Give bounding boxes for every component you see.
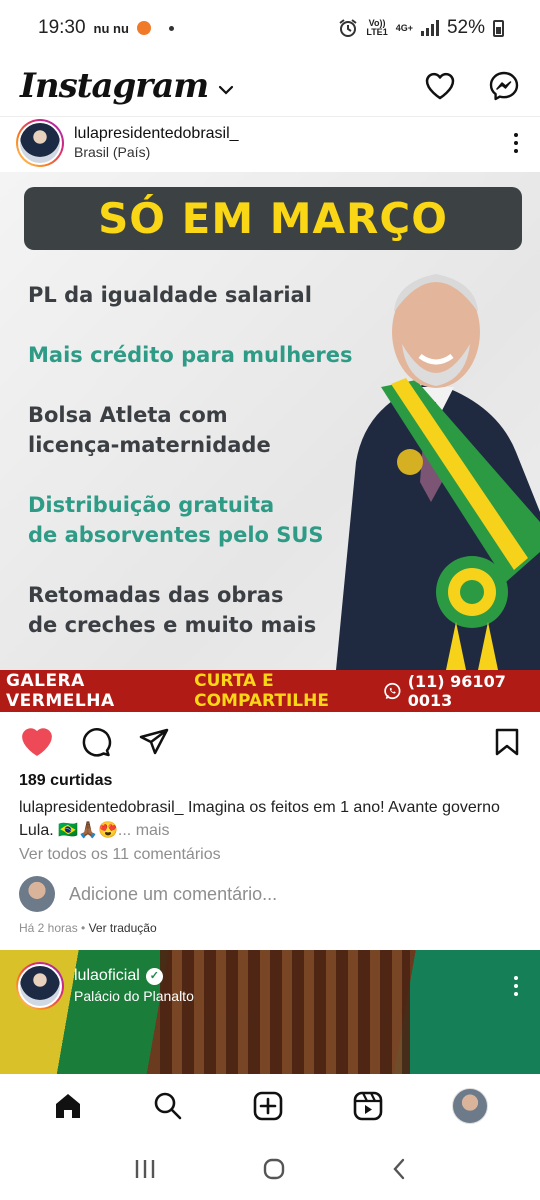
timestamp-separator: • [77,921,89,935]
network-label: Vo)) LTE1 [366,19,387,37]
image-line: de absorventes pelo SUS [28,523,324,547]
battery-percent: 52% [446,17,485,38]
profile-avatar[interactable] [452,1088,488,1124]
reels-icon[interactable] [352,1090,384,1122]
like-heart-icon[interactable] [20,726,54,758]
whatsapp-icon [384,682,401,700]
more-options-icon[interactable] [508,970,524,1002]
image-footer-bar: GALERA VERMELHA CURTA E COMPARTILHE (11)… [0,670,540,712]
home-icon[interactable] [52,1090,84,1122]
image-line: Bolsa Atleta com [28,403,228,427]
likes-count[interactable]: 189 curtidas [19,772,112,790]
post-image[interactable]: SÓ EM MARÇO PL da igualdade salarial Mai… [0,172,540,712]
instagram-logo[interactable]: Instagram [20,66,209,106]
more-options-icon[interactable] [508,127,524,159]
next-post[interactable]: lulaoficial ✓ Palácio do Planalto [0,950,540,1074]
image-line: licença-maternidade [28,433,271,457]
lte-label: LTE1 [366,27,388,37]
heart-icon[interactable] [424,71,456,101]
notification-more-dot [168,25,174,31]
image-line-group: Distribuição gratuita de absorventes pelo… [28,490,324,550]
alarm-icon [339,19,357,37]
caption-username[interactable]: lulapresidentedobrasil_ [19,799,184,816]
post-author-avatar[interactable] [16,962,64,1010]
messenger-icon[interactable] [488,70,520,102]
post-timestamp: Há 2 horas • Ver tradução [19,921,157,935]
image-line: Retomadas das obras [28,583,284,607]
current-user-avatar [19,876,55,912]
image-line: Mais crédito para mulheres [28,343,353,367]
post-username[interactable]: lulaoficial [74,966,140,986]
footer-middle-text: CURTA E COMPARTILHE [194,671,329,711]
post-header: lulapresidentedobrasil_ Brasil (País) [0,116,540,168]
banner-text: SÓ EM MARÇO [98,194,448,243]
post-actions [0,722,540,762]
search-icon[interactable] [152,1090,184,1122]
footer-left-text: GALERA VERMELHA [6,671,115,711]
notification-app-icon [136,21,151,35]
post-username[interactable]: lulapresidentedobrasil_ [74,124,239,143]
bottom-navigation [0,1074,540,1138]
back-icon[interactable] [391,1157,407,1181]
comment-icon[interactable] [80,726,112,758]
portrait-figure [336,274,540,670]
signal-icon [420,20,439,36]
notification-text: nu nu [93,20,129,36]
image-line-group: Retomadas das obras de creches e muito ma… [28,580,316,640]
image-line: Distribuição gratuita [28,493,275,517]
bookmark-icon[interactable] [494,727,520,757]
image-line: PL da igualdade salarial [28,283,312,307]
image-line: de creches e muito mais [28,613,317,637]
app-header: Instagram [0,56,540,116]
post-location[interactable]: Brasil (País) [74,143,239,162]
system-navigation [0,1138,540,1200]
footer-phone-number: (11) 96107 0013 [407,672,506,710]
share-icon[interactable] [138,727,170,757]
verified-badge-icon: ✓ [145,967,163,985]
battery-icon [493,19,504,37]
caption-more[interactable]: ... mais [118,822,170,839]
post-header: lulaoficial ✓ Palácio do Planalto [16,962,524,1010]
post-username-row[interactable]: lulaoficial ✓ [74,966,194,986]
see-translation-link[interactable]: Ver tradução [89,921,157,935]
home-circle-icon[interactable] [262,1157,286,1181]
image-banner: SÓ EM MARÇO [24,187,522,250]
status-time: 19:30 [38,17,86,38]
post-caption[interactable]: lulapresidentedobrasil_ Imagina os feito… [19,796,524,842]
post-location[interactable]: Palácio do Planalto [74,986,194,1006]
recents-icon[interactable] [133,1158,157,1180]
footer-phone: (11) 96107 0013 [383,672,534,710]
status-bar: 19:30 nu nu Vo)) LTE1 4G+ 52% [0,0,540,56]
image-line-group: Bolsa Atleta com licença-maternidade [28,400,271,460]
post-author-avatar[interactable] [16,118,64,167]
create-icon[interactable] [252,1090,284,1122]
add-comment-row[interactable]: Adicione um comentário... [19,876,277,912]
time-ago: Há 2 horas [19,921,78,935]
chevron-down-icon[interactable] [218,85,234,95]
add-comment-placeholder[interactable]: Adicione um comentário... [69,884,277,905]
network-type: 4G+ [395,22,413,33]
view-all-comments[interactable]: Ver todos os 11 comentários [19,846,221,864]
